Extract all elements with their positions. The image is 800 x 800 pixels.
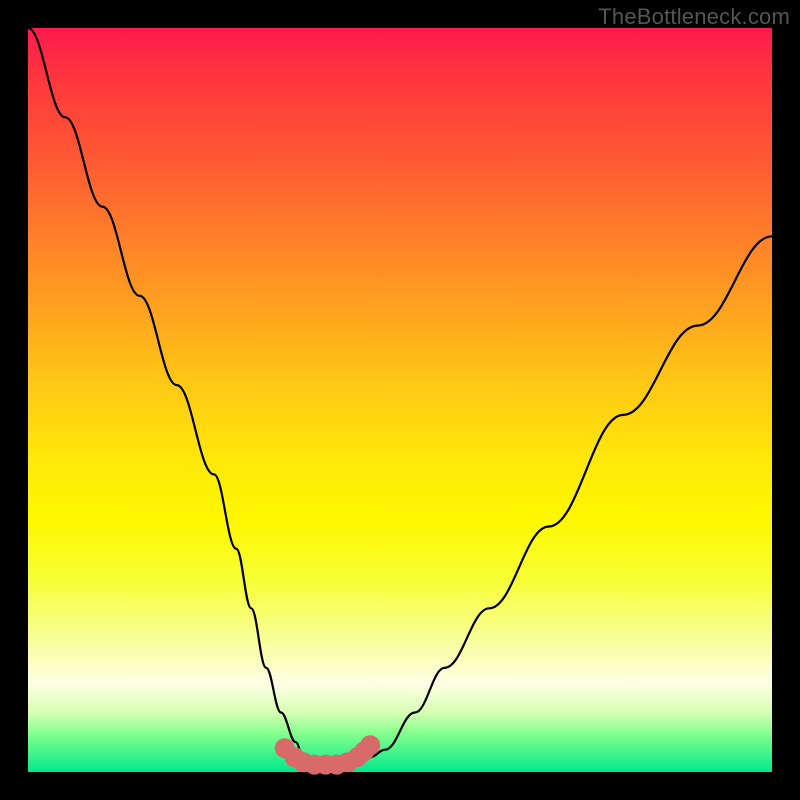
plot-area (28, 28, 772, 772)
trough-markers (275, 735, 381, 774)
bottleneck-curve (28, 28, 772, 765)
trough-marker (360, 735, 380, 755)
figure-frame: TheBottleneck.com (0, 0, 800, 800)
watermark-text: TheBottleneck.com (598, 4, 790, 30)
chart-svg (28, 28, 772, 772)
